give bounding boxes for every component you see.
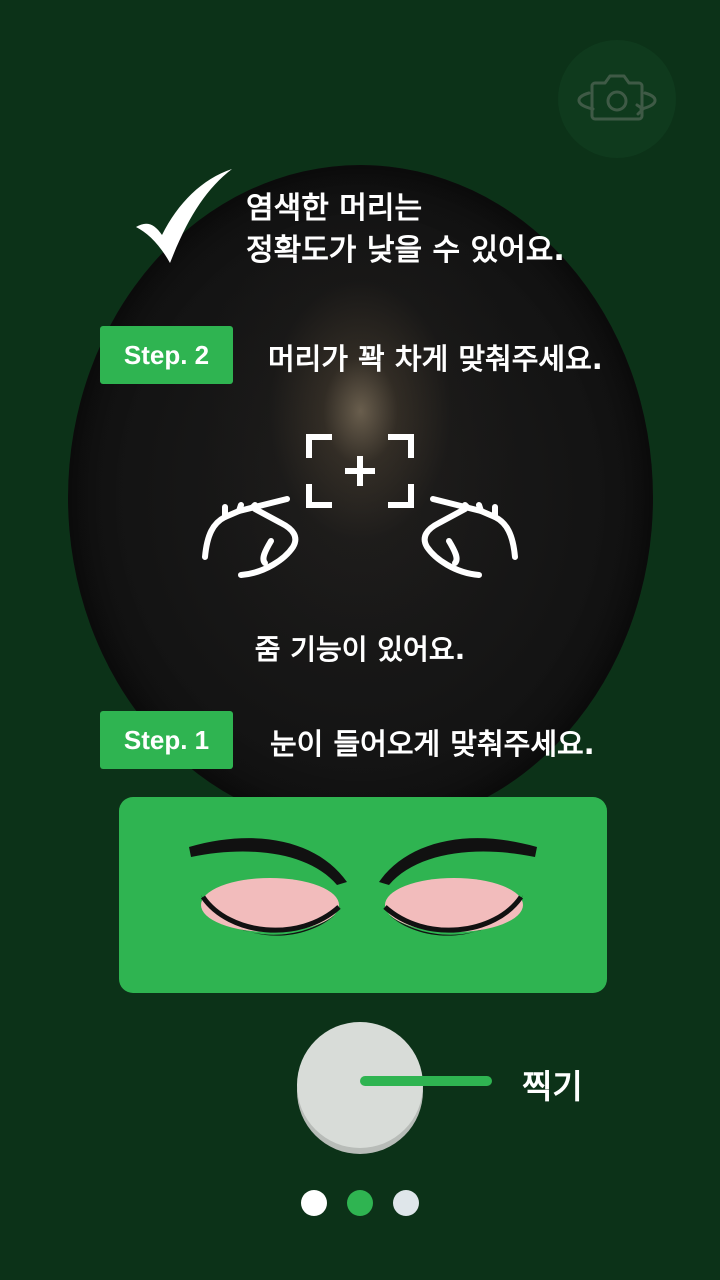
- check-mark-icon: [136, 169, 232, 263]
- camera-switch-button[interactable]: [558, 40, 676, 158]
- zoom-frame-icon: [306, 434, 414, 508]
- step-2-instruction: 머리가 꽉 차게 맞춰주세요.: [268, 342, 603, 376]
- page-dot-3[interactable]: [393, 1190, 419, 1216]
- zoom-gesture-graphic: [202, 434, 518, 578]
- camera-switch-icon: [577, 74, 657, 121]
- zoom-hint-text: 줌 기능이 있어요.: [254, 633, 466, 666]
- pinch-hand-left-icon: [202, 496, 299, 578]
- page-dot-1[interactable]: [301, 1190, 327, 1216]
- shutter-label: 찍기: [522, 1067, 583, 1106]
- page-indicator: [0, 1190, 720, 1216]
- page-dot-2-active[interactable]: [347, 1190, 373, 1216]
- step-1-badge: Step. 1: [100, 711, 233, 769]
- zoom-hint: 줌 기능이 있어요.: [0, 628, 720, 668]
- shutter-pointer-line: [360, 1076, 492, 1086]
- closed-eyes-illustration: [189, 838, 537, 936]
- step-1-instruction: 눈이 들어오게 맞춰주세요.: [270, 727, 595, 761]
- eye-guide-panel: [119, 797, 607, 993]
- dyed-hair-warning: 염색한 머리는 정확도가 낮을 수 있어요.: [246, 188, 646, 272]
- warning-line-1: 염색한 머리는: [246, 191, 423, 226]
- pinch-hand-right-icon: [421, 496, 518, 578]
- step-2-badge: Step. 2: [100, 326, 233, 384]
- warning-line-2: 정확도가 낮을 수 있어요.: [246, 233, 565, 268]
